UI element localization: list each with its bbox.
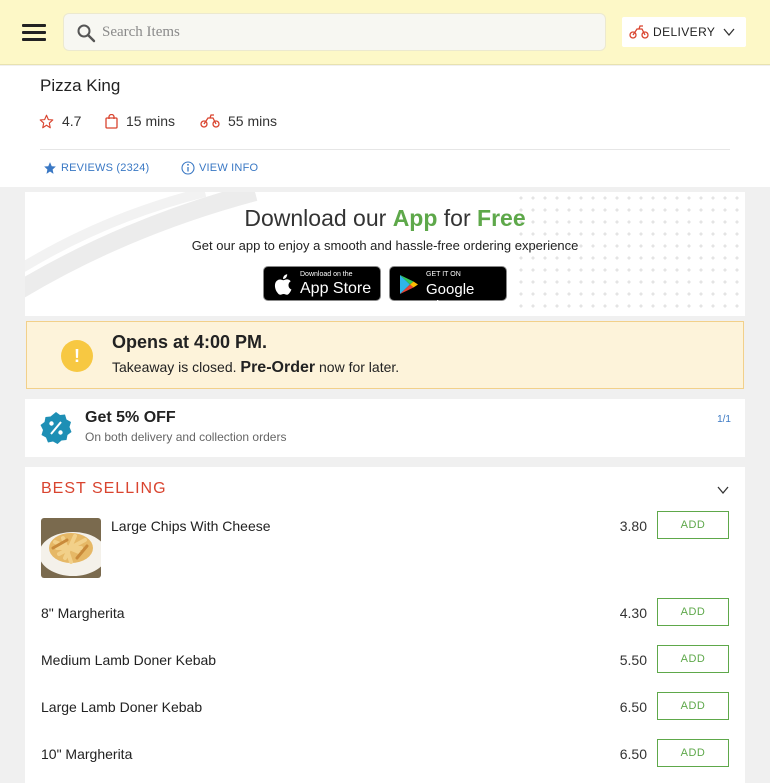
search-icon: [77, 24, 96, 43]
warning-icon: !: [61, 340, 93, 372]
rating-value: 4.7: [62, 113, 82, 129]
header-divider: [40, 149, 730, 150]
play-icon: [400, 275, 418, 294]
info-icon: [181, 161, 195, 175]
item-name: Medium Lamb Doner Kebab: [41, 652, 217, 668]
menu-item[interactable]: Large Chips With Cheese 3.80 ADD: [41, 511, 729, 578]
item-price: 5.50: [619, 652, 647, 668]
star-outline-icon: [39, 114, 54, 128]
apple-icon: [274, 274, 292, 295]
google-play-button[interactable]: GET IT ON Google Play: [389, 266, 507, 315]
add-button[interactable]: ADD: [657, 645, 729, 673]
restaurant-header: Pizza King 4.7 15 mins 55 mins REVIEWS (…: [0, 66, 770, 187]
pre-order-text: Pre-Order: [240, 359, 316, 376]
bag-icon: [105, 113, 118, 129]
discount-badge-icon: [40, 412, 72, 444]
reviews-label: REVIEWS (2324): [61, 162, 150, 174]
chevron-down-icon: [723, 28, 735, 37]
item-price: 4.30: [619, 605, 647, 621]
app-banner-subtitle: Get our app to enjoy a smooth and hassle…: [191, 238, 579, 253]
google-play-small-text: GET IT ON: [426, 271, 461, 278]
search-box[interactable]: [63, 13, 606, 51]
add-button[interactable]: ADD: [657, 739, 729, 767]
scooter-icon: [200, 114, 220, 128]
menu-item[interactable]: Medium Lamb Doner Kebab 5.50 ADD: [41, 645, 729, 673]
item-name: 8" Margherita: [41, 605, 125, 621]
add-button[interactable]: ADD: [657, 692, 729, 720]
reviews-link[interactable]: REVIEWS (2324): [43, 161, 149, 175]
menu-item[interactable]: 8" Margherita 4.30 ADD: [41, 598, 729, 626]
section-title: BEST SELLING: [41, 480, 167, 497]
view-info-label: VIEW INFO: [199, 162, 259, 174]
google-play-big-text: Google Play: [426, 281, 475, 315]
notice-subtitle: Takeaway is closed. Pre-Order now for la…: [112, 359, 400, 376]
item-name: Large Lamb Doner Kebab: [41, 699, 203, 715]
opening-notice: ! Opens at 4:00 PM. Takeaway is closed. …: [26, 321, 744, 389]
delivery-time: 55 mins: [200, 113, 277, 129]
app-banner-title: Download our App for Free: [244, 205, 526, 231]
prep-time: 15 mins: [105, 113, 175, 129]
notice-title: Opens at 4:00 PM.: [112, 332, 268, 352]
delivery-label: DELIVERY: [653, 25, 716, 39]
best-selling-section: BEST SELLING Large Chips With Cheese 3.8…: [25, 467, 745, 783]
menu-item[interactable]: Large Lamb Doner Kebab 6.50 ADD: [41, 692, 729, 720]
chevron-down-icon[interactable]: [717, 485, 729, 495]
app-store-button[interactable]: Download on the App Store: [263, 266, 381, 301]
menu-icon[interactable]: [22, 24, 46, 42]
add-button[interactable]: ADD: [657, 598, 729, 626]
item-name: 10" Margherita: [41, 746, 133, 762]
restaurant-name: Pizza King: [40, 76, 121, 95]
item-price: 6.50: [619, 746, 647, 762]
item-price: 6.50: [619, 699, 647, 715]
delivery-mode-select[interactable]: DELIVERY: [622, 17, 746, 47]
scooter-icon: [629, 25, 649, 39]
view-info-link[interactable]: VIEW INFO: [181, 161, 258, 175]
add-button[interactable]: ADD: [657, 511, 729, 539]
item-name: Large Chips With Cheese: [111, 518, 271, 534]
item-price: 3.80: [619, 518, 647, 534]
search-input[interactable]: [102, 14, 592, 50]
prep-time-value: 15 mins: [126, 113, 176, 129]
menu-item[interactable]: 10" Margherita 6.50 ADD: [41, 739, 729, 767]
offer-title: Get 5% OFF: [85, 409, 176, 426]
star-filled-icon: [44, 162, 56, 174]
offer-subtitle: On both delivery and collection orders: [85, 430, 287, 444]
app-download-banner: Download our App for Free Get our app to…: [25, 192, 745, 316]
top-bar: DELIVERY: [0, 0, 770, 65]
item-image: [41, 518, 101, 578]
app-store-big-text: App Store: [300, 280, 372, 297]
rating: 4.7: [39, 113, 81, 129]
delivery-time-value: 55 mins: [228, 113, 278, 129]
app-store-small-text: Download on the: [300, 271, 353, 278]
offer-count: 1/1: [717, 414, 731, 425]
offer-card[interactable]: Get 5% OFF On both delivery and collecti…: [25, 399, 745, 457]
